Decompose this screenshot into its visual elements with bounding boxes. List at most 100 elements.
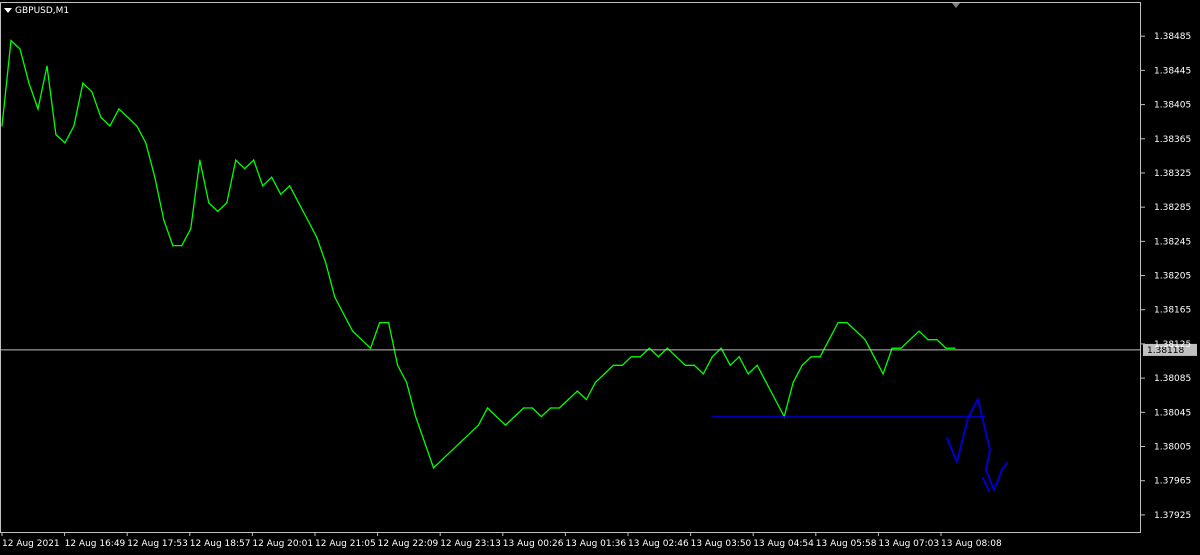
price-point [954, 347, 956, 349]
price-point [28, 82, 30, 84]
price-point [459, 441, 462, 443]
symbol-label: GBPUSD,M1 [15, 6, 69, 16]
price-point [927, 339, 929, 341]
price-point [630, 356, 632, 358]
price-point [792, 381, 794, 383]
price-point [1, 125, 3, 127]
price-tick-label: 1.37965 [1154, 477, 1191, 487]
price-tick-label: 1.37925 [1154, 511, 1191, 521]
price-point [891, 347, 893, 349]
price-point [909, 339, 911, 341]
price-point [873, 356, 875, 358]
price-point [747, 373, 749, 375]
price-tick-label: 1.38405 [1154, 101, 1191, 111]
price-point [262, 185, 264, 187]
price-point [675, 356, 677, 358]
price-point [918, 330, 920, 332]
price-point [855, 330, 857, 332]
price-point [172, 245, 174, 247]
price-point [477, 424, 480, 426]
price-point [37, 108, 39, 110]
price-point [64, 142, 66, 144]
time-tick-label: 13 Aug 08:08 [941, 539, 1002, 549]
price-chart[interactable]: 1.38118 1.384851.384451.384051.383651.38… [0, 0, 1200, 555]
price-point [486, 407, 489, 409]
price-tick-label: 1.38205 [1154, 272, 1191, 282]
price-point [73, 125, 75, 127]
time-tick-label: 13 Aug 03:50 [691, 539, 752, 549]
price-point [334, 296, 336, 298]
price-point [289, 185, 291, 187]
price-point [181, 245, 183, 247]
price-tick-label: 1.38005 [1154, 443, 1191, 453]
price-point [558, 407, 561, 409]
time-tick-label: 13 Aug 07:03 [878, 539, 939, 549]
price-point [307, 219, 309, 221]
price-point [415, 416, 417, 418]
price-point [118, 108, 120, 110]
price-point [504, 424, 507, 426]
price-point [810, 356, 812, 358]
price-tick-label: 1.38485 [1154, 32, 1191, 42]
price-point [936, 339, 938, 341]
price-point [576, 390, 579, 392]
price-point [819, 356, 821, 358]
price-point [531, 407, 534, 409]
price-point [432, 467, 435, 469]
price-point [720, 347, 722, 349]
price-point [540, 416, 543, 418]
price-point [648, 347, 650, 349]
price-point [352, 330, 354, 332]
price-tick-label: 1.38125 [1154, 340, 1191, 350]
price-tick-label: 1.38365 [1154, 135, 1191, 145]
price-point [127, 116, 129, 118]
price-point [585, 398, 588, 401]
price-point [621, 364, 623, 366]
price-point [828, 339, 830, 341]
price-point [325, 262, 327, 264]
time-tick-label: 13 Aug 04:54 [753, 539, 814, 549]
price-point [19, 48, 21, 50]
price-point [864, 339, 866, 341]
time-tick-label: 12 Aug 22:09 [378, 539, 439, 549]
price-point [235, 159, 237, 161]
price-point [208, 202, 210, 204]
price-point [900, 347, 902, 349]
price-point [109, 125, 111, 127]
price-point [765, 381, 767, 383]
price-tick-label: 1.38325 [1154, 169, 1191, 179]
price-point [693, 364, 695, 366]
price-point [199, 159, 201, 161]
time-tick-label: 12 Aug 17:53 [127, 539, 188, 549]
price-point [522, 407, 525, 409]
time-tick-label: 12 Aug 18:57 [190, 539, 251, 549]
chart-background [0, 0, 1200, 555]
price-point [163, 219, 165, 221]
price-point [55, 133, 57, 136]
price-tick-label: 1.38045 [1154, 408, 1191, 418]
price-point [684, 364, 686, 366]
price-point [406, 381, 408, 383]
price-point [190, 227, 192, 230]
price-point [154, 176, 156, 178]
price-point [82, 82, 84, 84]
price-point [945, 347, 947, 349]
price-point [244, 168, 246, 170]
time-tick-label: 12 Aug 20:01 [252, 539, 313, 549]
price-point [711, 356, 713, 358]
price-point [370, 347, 372, 349]
price-point [316, 236, 318, 238]
price-point [774, 398, 776, 401]
price-point [594, 381, 597, 383]
price-point [217, 210, 219, 212]
price-point [702, 373, 704, 375]
time-tick-label: 12 Aug 2021 [2, 539, 60, 549]
price-point [756, 364, 758, 366]
time-tick-label: 13 Aug 00:26 [503, 539, 564, 549]
time-tick-label: 13 Aug 02:46 [628, 539, 689, 549]
price-point [136, 125, 138, 127]
price-point [145, 142, 147, 144]
price-point [397, 364, 399, 366]
price-point [379, 322, 381, 324]
price-point [801, 364, 803, 366]
